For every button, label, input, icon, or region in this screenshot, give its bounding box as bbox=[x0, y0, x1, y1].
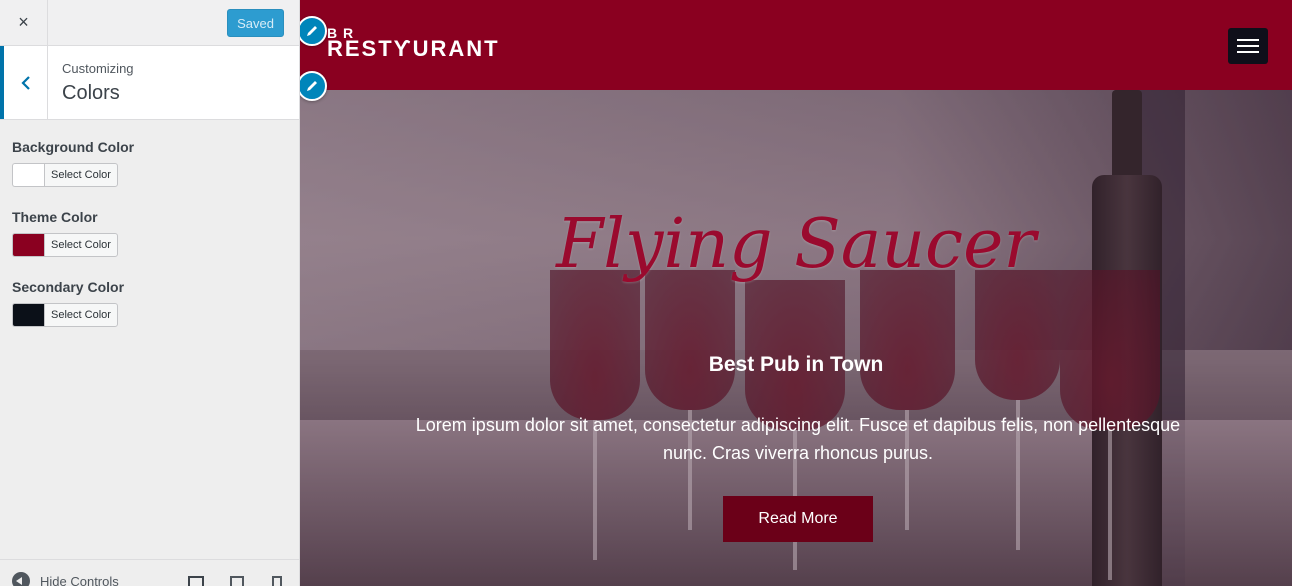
read-more-button[interactable]: Read More bbox=[723, 496, 873, 542]
control-label: Secondary Color bbox=[12, 279, 125, 295]
site-header: B R RESTϒURANT bbox=[300, 0, 1292, 90]
select-color-button[interactable]: Select Color bbox=[44, 233, 118, 257]
theme-color-control: Theme Color Select Color bbox=[12, 209, 118, 257]
chevron-left-icon bbox=[20, 75, 30, 90]
site-logo[interactable]: RESTϒURANT bbox=[327, 36, 500, 62]
color-swatch[interactable] bbox=[12, 233, 44, 257]
saved-button[interactable]: Saved bbox=[227, 9, 284, 37]
mobile-preview-icon[interactable] bbox=[272, 576, 282, 586]
select-color-button[interactable]: Select Color bbox=[44, 303, 118, 327]
pencil-icon bbox=[307, 26, 317, 36]
desktop-preview-icon[interactable] bbox=[188, 576, 204, 586]
hide-controls-label: Hide Controls bbox=[40, 573, 119, 586]
control-label: Background Color bbox=[12, 139, 135, 155]
collapse-arrow-icon bbox=[12, 572, 30, 586]
pencil-icon bbox=[307, 81, 317, 91]
back-button[interactable] bbox=[0, 46, 48, 119]
background-color-control: Background Color Select Color bbox=[12, 139, 134, 187]
hide-controls-button[interactable]: Hide Controls bbox=[12, 572, 119, 586]
menu-bar bbox=[1237, 51, 1259, 53]
site-preview: B R RESTϒURANT Flying Saucer Best Pub in… bbox=[300, 0, 1292, 586]
customizing-label: Customizing bbox=[62, 61, 134, 76]
select-color-button[interactable]: Select Color bbox=[44, 163, 118, 187]
color-picker[interactable]: Select Color bbox=[12, 163, 134, 187]
hamburger-menu-button[interactable] bbox=[1228, 28, 1268, 64]
close-icon[interactable]: × bbox=[0, 0, 48, 45]
hero-title: Flying Saucer bbox=[556, 205, 1036, 284]
color-picker[interactable]: Select Color bbox=[12, 233, 118, 257]
tablet-preview-icon[interactable] bbox=[230, 576, 244, 586]
control-label: Theme Color bbox=[12, 209, 98, 225]
customizer-sidebar: × Saved Customizing Colors Background Co… bbox=[0, 0, 300, 586]
section-header: Customizing Colors bbox=[0, 46, 299, 120]
menu-bar bbox=[1237, 45, 1259, 47]
secondary-color-control: Secondary Color Select Color bbox=[12, 279, 124, 327]
hero-description: Lorem ipsum dolor sit amet, consectetur … bbox=[415, 415, 1181, 463]
customizer-header: × Saved bbox=[0, 0, 299, 46]
menu-bar bbox=[1237, 39, 1259, 41]
section-title: Colors bbox=[62, 82, 120, 104]
color-swatch[interactable] bbox=[12, 163, 44, 187]
hero-subtitle: Best Pub in Town bbox=[708, 353, 884, 376]
customizer-footer: Hide Controls bbox=[0, 559, 299, 586]
color-picker[interactable]: Select Color bbox=[12, 303, 124, 327]
hero-section: Flying Saucer Best Pub in Town Lorem ips… bbox=[300, 90, 1292, 586]
color-swatch[interactable] bbox=[12, 303, 44, 327]
